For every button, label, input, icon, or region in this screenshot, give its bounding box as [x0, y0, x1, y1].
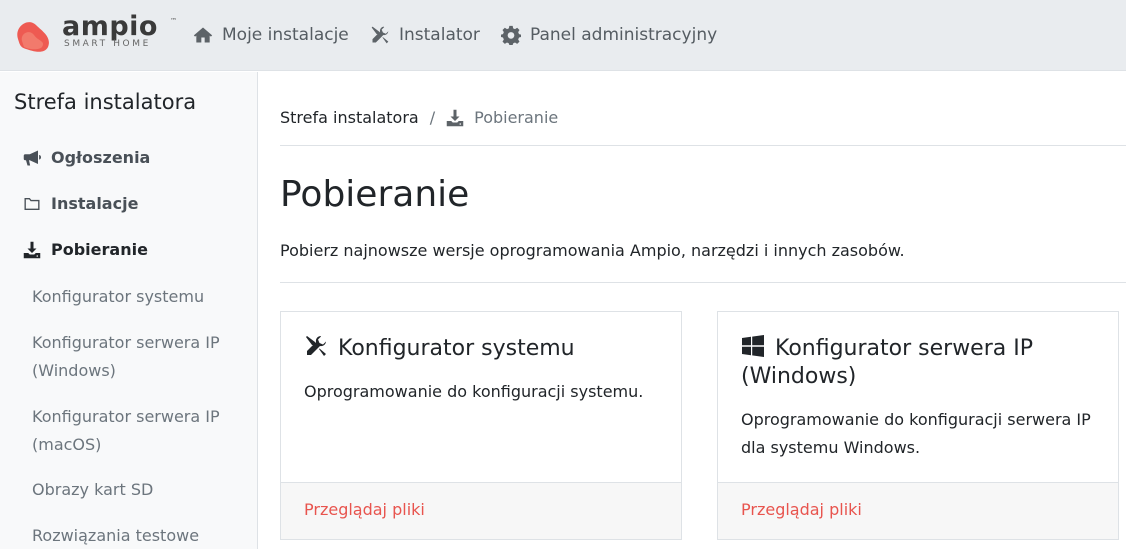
page-description: Pobierz najnowsze wersje oprogramowania …: [280, 241, 905, 260]
nav-instalator[interactable]: Instalator: [370, 22, 480, 48]
download-card-konfigurator-systemu: Konfigurator systemu Oprogramowanie do k…: [280, 311, 682, 540]
nav-moje-instalacje[interactable]: Moje instalacje: [193, 22, 349, 48]
sidebar-subitem-konfigurator-ip-macos[interactable]: Konfigurator serwera IP (macOS): [32, 403, 242, 459]
gear-icon: [501, 25, 521, 45]
page-title: Pobieranie: [280, 174, 470, 215]
sidebar-item-label: Ogłoszenia: [51, 148, 151, 167]
breadcrumb: Strefa instalatora / Pobieranie: [280, 108, 558, 127]
sidebar-item-pobieranie[interactable]: Pobieranie: [22, 240, 148, 259]
card-description: Oprogramowanie do konfiguracji systemu.: [304, 382, 644, 401]
nav-label: Instalator: [399, 25, 480, 45]
sidebar-subitem-obrazy-kart-sd[interactable]: Obrazy kart SD: [32, 476, 242, 504]
nav-panel-administracyjny[interactable]: Panel administracyjny: [501, 22, 717, 48]
folder-icon: [24, 197, 40, 210]
tools-icon: [371, 26, 389, 44]
download-icon: [446, 109, 464, 126]
nav-label: Moje instalacje: [222, 25, 349, 45]
breadcrumb-parent-link[interactable]: Strefa instalatora: [280, 108, 419, 127]
browse-files-link[interactable]: Przeglądaj pliki: [304, 500, 425, 519]
windows-icon: [742, 335, 764, 357]
card-footer: Przeglądaj pliki: [281, 482, 681, 539]
card-footer: Przeglądaj pliki: [718, 482, 1118, 539]
divider: [280, 282, 1126, 283]
sidebar-subitem-rozwiazania-testowe[interactable]: Rozwiązania testowe: [32, 522, 242, 549]
main-content: Strefa instalatora / Pobieranie Pobieran…: [259, 72, 1126, 549]
download-card-konfigurator-ip-windows: Konfigurator serwera IP (Windows) Oprogr…: [717, 311, 1119, 540]
home-icon: [193, 27, 213, 43]
sidebar: Strefa instalatora Ogłoszenia Instalacje…: [0, 72, 258, 549]
card-description: Oprogramowanie do konfiguracji serwera I…: [741, 410, 1091, 457]
top-navbar: ampio ™ SMART HOME Moje instalacje Insta…: [0, 0, 1126, 71]
sidebar-subitem-konfigurator-ip-windows[interactable]: Konfigurator serwera IP (Windows): [32, 329, 242, 385]
breadcrumb-current-label: Pobieranie: [474, 108, 559, 127]
card-title-text: Konfigurator systemu: [338, 336, 575, 361]
card-title: Konfigurator systemu: [304, 334, 661, 363]
sidebar-subitem-konfigurator-systemu[interactable]: Konfigurator systemu: [32, 283, 242, 311]
breadcrumb-current: Pobieranie: [446, 108, 558, 127]
sidebar-item-ogloszenia[interactable]: Ogłoszenia: [22, 148, 150, 167]
ampio-logo[interactable]: ampio ™ SMART HOME: [12, 11, 182, 55]
brand-tagline: SMART HOME: [64, 39, 151, 49]
divider: [280, 145, 1126, 146]
card-title: Konfigurator serwera IP (Windows): [741, 334, 1098, 391]
sidebar-title: Strefa instalatora: [14, 90, 197, 114]
browse-files-link[interactable]: Przeglądaj pliki: [741, 500, 862, 519]
ampio-logo-mark-icon: [17, 22, 49, 52]
breadcrumb-separator: /: [429, 108, 436, 127]
nav-label: Panel administracyjny: [530, 25, 718, 45]
card-title-text: Konfigurator serwera IP (Windows): [741, 336, 1033, 389]
trademark-mark: ™: [170, 17, 177, 25]
sidebar-item-instalacje[interactable]: Instalacje: [22, 194, 138, 213]
tools-icon: [306, 336, 326, 356]
megaphone-icon: [23, 150, 41, 165]
download-icon: [23, 241, 41, 258]
sidebar-item-label: Instalacje: [51, 194, 139, 213]
sidebar-item-label: Pobieranie: [51, 240, 148, 259]
brand-name: ampio: [62, 11, 158, 42]
